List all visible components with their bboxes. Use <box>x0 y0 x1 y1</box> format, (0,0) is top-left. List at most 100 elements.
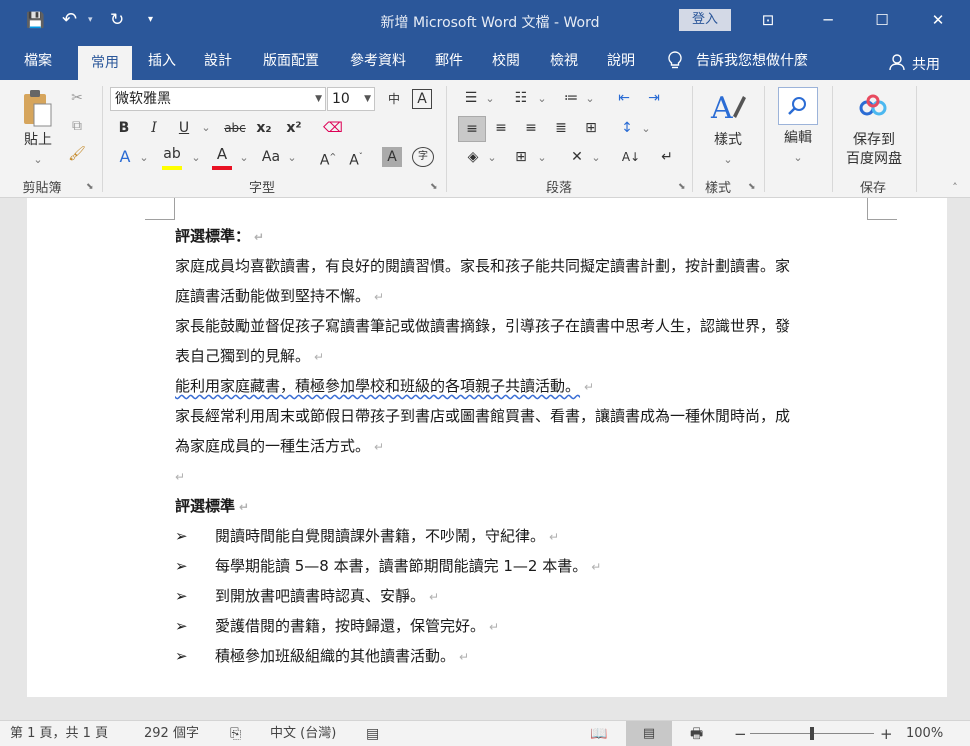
paragraph-line[interactable]: ↵ <box>175 461 185 492</box>
zoom-slider-thumb[interactable] <box>810 727 814 740</box>
ribbon-display-options-icon[interactable]: ⊡ <box>748 8 788 32</box>
underline-button[interactable]: U <box>174 118 194 138</box>
zoom-out-button[interactable]: − <box>734 725 747 743</box>
highlight-color-button[interactable]: ab <box>160 144 184 170</box>
page-count[interactable]: 第 1 頁，共 1 頁 <box>10 725 108 743</box>
tab-view[interactable]: 檢視 <box>538 42 590 80</box>
tab-insert[interactable]: 插入 <box>136 42 188 80</box>
paragraph-line[interactable]: 家長能鼓勵並督促孩子寫讀書筆記或做讀書摘錄，引導孩子在讀書中思考人生，認識世界，… <box>175 311 790 341</box>
styles-button[interactable]: 樣式 <box>708 130 748 150</box>
align-left-button[interactable]: ≡ <box>458 116 486 142</box>
multilevel-list-icon[interactable]: ≔ <box>560 88 582 108</box>
lightbulb-icon[interactable] <box>664 42 686 80</box>
chevron-down-icon[interactable]: ⌄ <box>792 148 804 168</box>
read-mode-icon[interactable]: 📖 <box>590 725 607 743</box>
numbering-icon[interactable]: ☷ <box>510 88 532 108</box>
share-button[interactable]: 共用 <box>908 46 944 84</box>
shrink-font-button[interactable]: Aˇ <box>346 147 366 171</box>
tab-help[interactable]: 說明 <box>596 42 646 80</box>
paragraph-launcher-icon[interactable]: ⬊ <box>678 182 686 192</box>
word-count[interactable]: 292 個字 <box>144 725 199 743</box>
superscript-button[interactable]: x² <box>284 118 304 138</box>
paragraph-line[interactable]: 能利用家庭藏書，積極參加學校和班級的各項親子共讀活動。 ↵ <box>175 371 594 402</box>
borders-icon[interactable]: ⊞ <box>510 147 532 167</box>
undo-dropdown-icon[interactable]: ▾ <box>88 10 93 30</box>
show-marks-icon[interactable]: ↵ <box>656 147 678 167</box>
font-color-button[interactable]: A <box>210 144 234 170</box>
bullet-list-item[interactable]: ➢ 積極參加班級組織的其他讀書活動。 ↵ <box>175 641 469 672</box>
paragraph-line[interactable]: 評選標準 ↵ <box>175 491 249 522</box>
tab-layout[interactable]: 版面配置 <box>252 42 330 80</box>
align-center-icon[interactable]: ≡ <box>490 118 512 138</box>
tab-file[interactable]: 檔案 <box>12 42 64 80</box>
enclose-characters-button[interactable]: 字 <box>412 147 434 167</box>
chevron-down-icon[interactable]: ⌄ <box>536 148 548 168</box>
customize-qat-icon[interactable]: ▾ <box>148 10 153 30</box>
bullets-icon[interactable]: ☰ <box>460 88 482 108</box>
bullet-list-item[interactable]: ➢ 到開放書吧讀書時認真、安靜。 ↵ <box>175 581 439 612</box>
styles-icon[interactable]: A <box>708 88 748 128</box>
tell-me-search[interactable]: 告訴我您想做什麼 <box>696 42 826 80</box>
line-spacing-icon[interactable]: ↕ <box>616 118 638 138</box>
paste-icon[interactable] <box>20 88 54 128</box>
editing-icon[interactable] <box>778 87 818 125</box>
chevron-down-icon[interactable]: ⌄ <box>486 148 498 168</box>
clear-formatting-icon[interactable]: ⌫ <box>322 118 344 138</box>
bullet-list-item[interactable]: ➢ 每學期能讀 5—8 本書，讀書節期間能讀完 1—2 本書。 ↵ <box>175 551 601 582</box>
zoom-slider-track[interactable] <box>750 727 874 740</box>
chevron-down-icon[interactable]: ⌄ <box>584 89 596 109</box>
paragraph-line[interactable]: 表自己獨到的見解。 ↵ <box>175 341 324 372</box>
text-effects-icon[interactable]: A <box>114 147 136 167</box>
paste-dropdown-icon[interactable]: ⌄ <box>30 150 46 170</box>
baidu-netdisk-icon[interactable] <box>858 94 888 120</box>
subscript-button[interactable]: x₂ <box>254 118 274 138</box>
change-case-button[interactable]: Aa <box>258 147 284 167</box>
tab-design[interactable]: 設計 <box>192 42 244 80</box>
paragraph-line[interactable]: 家庭成員均喜歡讀書，有良好的閱讀習慣。家長和孩子能共同擬定讀書計劃，按計劃讀書。… <box>175 251 790 281</box>
paragraph-line[interactable]: 庭讀書活動能做到堅持不懈。 ↵ <box>175 281 384 312</box>
asian-layout-icon[interactable]: ✕ <box>566 147 588 167</box>
undo-icon[interactable]: ↶ <box>62 10 77 30</box>
styles-launcher-icon[interactable]: ⬊ <box>748 182 756 192</box>
chevron-down-icon[interactable]: ⌄ <box>286 148 298 168</box>
clipboard-launcher-icon[interactable]: ⬊ <box>86 182 94 192</box>
paste-button[interactable]: 貼上 <box>18 130 58 150</box>
chevron-down-icon[interactable]: ⌄ <box>238 148 250 168</box>
bullet-list-item[interactable]: ➢ 愛護借閱的書籍，按時歸還，保管完好。 ↵ <box>175 611 499 642</box>
chevron-down-icon[interactable]: ⌄ <box>640 119 652 139</box>
chevron-down-icon[interactable]: ⌄ <box>200 118 212 138</box>
decrease-indent-icon[interactable]: ⇤ <box>612 88 636 108</box>
save-to-baidu-label-1[interactable]: 保存到 <box>838 130 910 150</box>
cut-icon[interactable]: ✂ <box>66 88 88 108</box>
proofing-icon[interactable]: ⎘ <box>230 725 241 743</box>
tab-references[interactable]: 參考資料 <box>340 42 416 80</box>
character-border-icon[interactable]: A <box>412 89 432 109</box>
collapse-ribbon-icon[interactable]: ˄ <box>948 178 962 198</box>
sign-in-button[interactable]: 登入 <box>679 9 731 31</box>
align-right-icon[interactable]: ≡ <box>520 118 542 138</box>
web-layout-icon[interactable]: 🖶 <box>690 725 703 743</box>
chevron-down-icon[interactable]: ⌄ <box>190 148 202 168</box>
redo-icon[interactable]: ↻ <box>110 10 124 30</box>
chevron-down-icon[interactable]: ⌄ <box>536 89 548 109</box>
sort-icon[interactable]: A↓ <box>620 147 642 167</box>
increase-indent-icon[interactable]: ⇥ <box>642 88 666 108</box>
bullet-list-item[interactable]: ➢ 閱讀時間能自覺閱讀課外書籍，不吵鬧，守紀律。 ↵ <box>175 521 559 552</box>
tab-home[interactable]: 常用 <box>78 46 132 80</box>
chevron-down-icon[interactable]: ⌄ <box>484 89 496 109</box>
font-launcher-icon[interactable]: ⬊ <box>430 182 438 192</box>
document-page[interactable]: 評選標準： ↵ 家庭成員均喜歡讀書，有良好的閱讀習慣。家長和孩子能共同擬定讀書計劃，… <box>27 198 947 697</box>
copy-icon[interactable]: ⧉ <box>66 116 88 136</box>
font-name-combo[interactable]: 微软雅黑 ▼ <box>110 87 326 111</box>
minimize-button[interactable]: ─ <box>808 8 848 32</box>
character-shading-button[interactable]: A <box>382 147 402 167</box>
save-to-baidu-label-2[interactable]: 百度网盘 <box>838 149 910 169</box>
language-indicator[interactable]: 中文 (台灣) <box>270 725 336 743</box>
zoom-level[interactable]: 100% <box>906 725 943 743</box>
font-size-combo[interactable]: 10 ▼ <box>327 87 375 111</box>
macro-icon[interactable]: ▤ <box>366 725 379 743</box>
save-icon[interactable]: 💾 <box>26 10 45 30</box>
shading-icon[interactable]: ◈ <box>462 147 484 167</box>
chevron-down-icon[interactable]: ⌄ <box>590 148 602 168</box>
italic-button[interactable]: I <box>144 118 164 138</box>
